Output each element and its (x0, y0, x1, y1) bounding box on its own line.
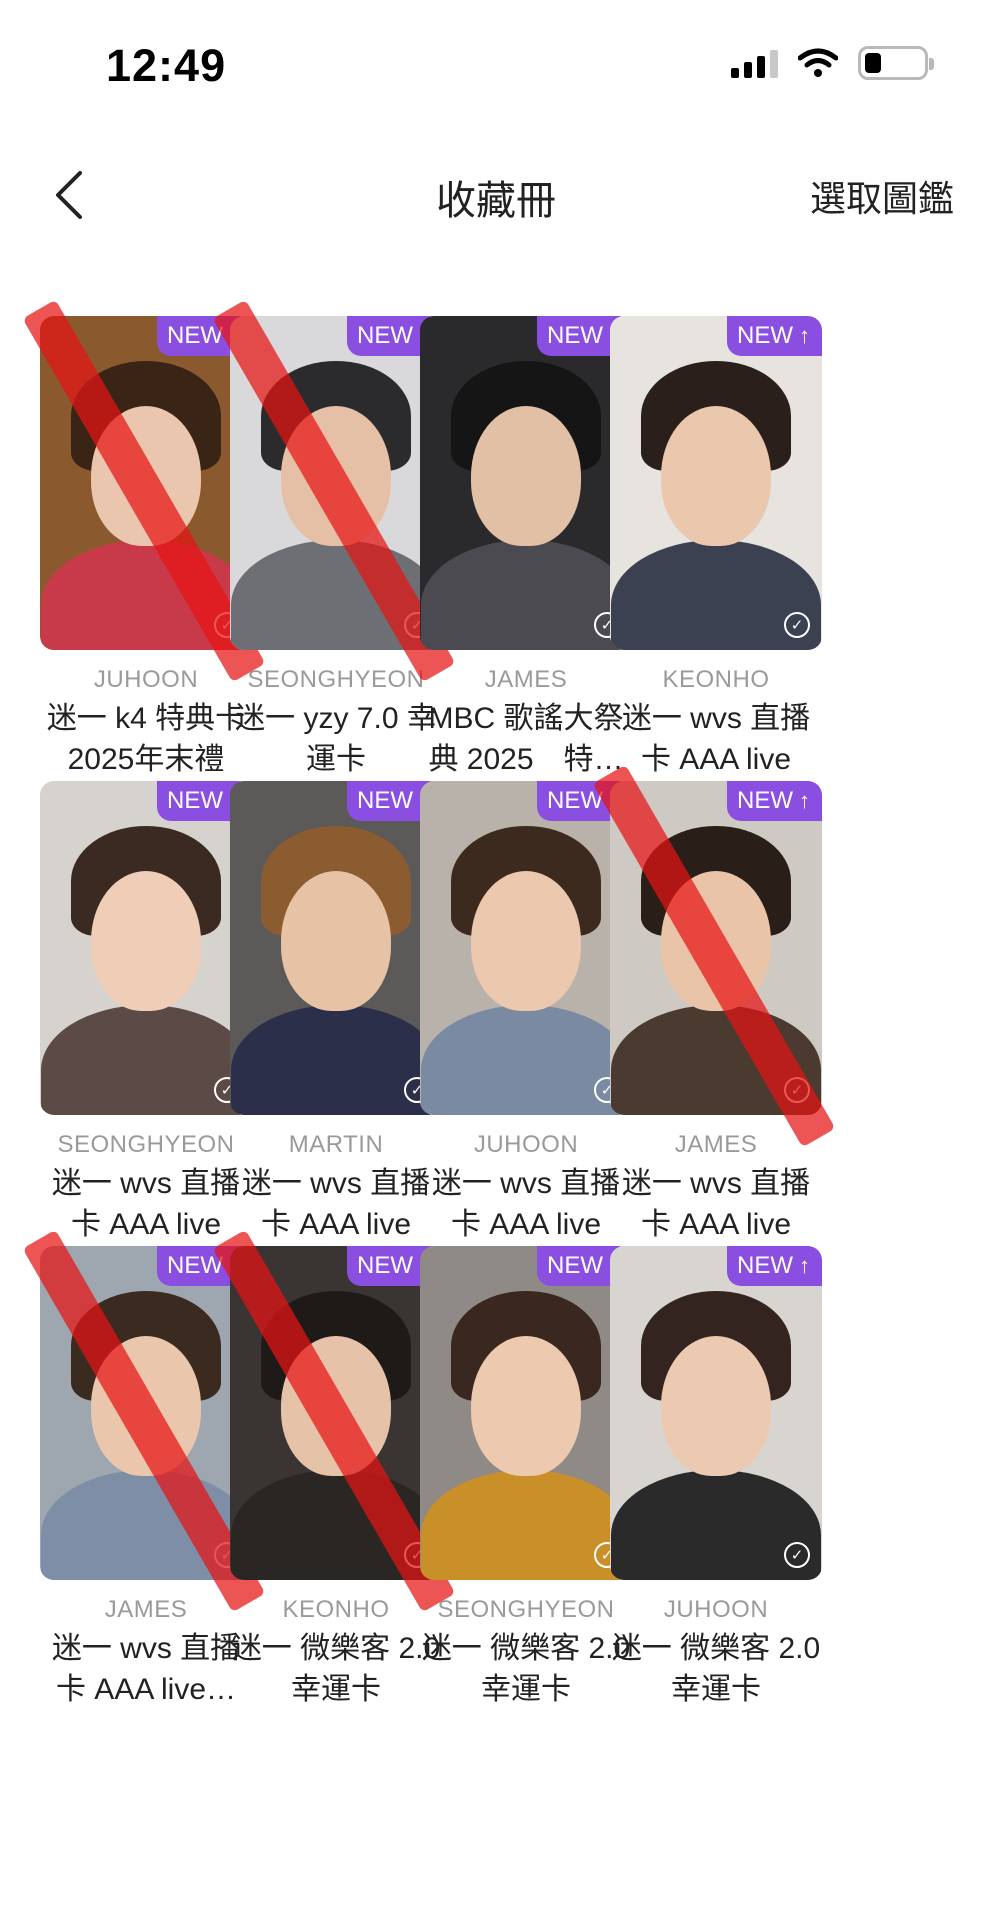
arrow-up-icon: ↑ (799, 323, 810, 348)
card-photo[interactable]: NEW ↑ ✓ (230, 781, 442, 1115)
card-title: 迷一 微樂客 2.0 幸運卡 (231, 1632, 441, 1706)
card-photo[interactable]: NEW ↑ ✓ (230, 316, 442, 650)
new-badge-label: NEW (167, 1252, 223, 1279)
arrow-up-icon: ↑ (799, 788, 810, 813)
collection-card[interactable]: NEW ↑ ✓ SEONGHYEON 迷一 yzy 7.0 幸運卡 17 人在賣… (212, 299, 456, 852)
card-artist: KEONHO (282, 1596, 390, 1623)
card-photo[interactable]: NEW ↑ ✓ (40, 1246, 252, 1580)
card-artist: SEONGHYEON (247, 666, 425, 693)
arrow-up-icon: ↑ (799, 1253, 810, 1278)
status-time: 12:49 (106, 40, 227, 91)
photo-subject-face (281, 406, 391, 546)
photo-subject-face (91, 871, 201, 1011)
photo-subject-face (661, 1336, 771, 1476)
photo-subject-face (281, 871, 391, 1011)
status-bar: 12:49 (0, 0, 992, 130)
collection-card[interactable]: NEW ↑ ✓ MARTIN 迷一 wvs 直播卡 AAA live 130 人… (230, 781, 442, 1317)
card-title: 迷一 wvs 直播卡 AAA live (621, 702, 811, 776)
battery-icon (858, 46, 934, 80)
photo-subject-face (661, 871, 771, 1011)
new-badge: NEW ↑ (727, 316, 822, 356)
photo-subject-face (91, 406, 201, 546)
status-icons (731, 46, 934, 80)
collection-card[interactable]: NEW ↑ ✓ SEONGHYEON 迷一 wvs 直播卡 AAA live 8… (40, 781, 252, 1317)
card-title: 迷一 wvs 直播卡 AAA live (241, 1167, 431, 1241)
card-artist: JAMES (104, 1596, 188, 1623)
card-title: 迷一 微樂客 2.0 幸運卡 (421, 1632, 631, 1706)
card-photo[interactable]: NEW ↑ ✓ (420, 1246, 632, 1580)
new-badge-label: NEW (547, 322, 603, 349)
new-badge-label: NEW (357, 322, 413, 349)
card-artist: JAMES (674, 1131, 758, 1158)
card-title: 迷一 微樂客 2.0 幸運卡 (611, 1632, 821, 1706)
navigation-header: 收藏冊 選取圖鑑 (0, 150, 992, 240)
wifi-icon (798, 48, 838, 78)
new-badge-label: NEW (357, 1252, 413, 1279)
new-badge-label: NEW (547, 787, 603, 814)
card-photo[interactable]: NEW ↑ ✓ (610, 1246, 822, 1580)
new-badge: NEW ↑ (727, 1246, 822, 1286)
card-title: 迷一 wvs 直播卡 AAA live (621, 1167, 811, 1241)
collection-card[interactable]: NEW ↑ ✓ JAMES 迷一 wvs 直播卡 AAA live… (22, 1229, 266, 1722)
collection-card[interactable]: NEW ↑ ✓ JAMES MBC 歌謠大祭典 2025 特… 13 人在賣 1… (420, 316, 632, 852)
card-artist: JUHOON (93, 666, 199, 693)
cellular-signal-icon (731, 48, 778, 78)
check-circle-icon[interactable]: ✓ (784, 1077, 810, 1103)
photo-subject-face (661, 406, 771, 546)
new-badge-label: NEW (547, 1252, 603, 1279)
card-title: 迷一 wvs 直播卡 AAA live (431, 1167, 621, 1241)
card-photo[interactable]: NEW ↑ ✓ (610, 316, 822, 650)
collection-card[interactable]: NEW ↑ ✓ KEONHO 迷一 微樂客 2.0 幸運卡 (212, 1229, 456, 1722)
collection-card[interactable]: NEW ↑ ✓ SEONGHYEON 迷一 微樂客 2.0 幸運卡 (420, 1246, 632, 1722)
collection-card[interactable]: NEW ↑ ✓ JUHOON 迷一 微樂客 2.0 幸運卡 (610, 1246, 822, 1722)
card-photo[interactable]: NEW ↑ ✓ (420, 316, 632, 650)
collection-card[interactable]: NEW ↑ ✓ JAMES 迷一 wvs 直播卡 AAA live 54 人在賣… (592, 764, 836, 1317)
new-badge-label: NEW (167, 322, 223, 349)
collection-card[interactable]: NEW ↑ ✓ JUHOON 迷一 k4 特典卡 2025年末禮 51 人在賣 … (22, 299, 266, 852)
card-artist: JUHOON (473, 1131, 579, 1158)
photo-subject-face (471, 406, 581, 546)
photo-subject-face (281, 1336, 391, 1476)
photo-subject-face (91, 1336, 201, 1476)
new-badge-label: NEW (737, 322, 793, 349)
card-photo[interactable]: NEW ↑ ✓ (40, 781, 252, 1115)
card-artist: JUHOON (663, 1596, 769, 1623)
card-title: 迷一 wvs 直播卡 AAA live… (51, 1632, 241, 1706)
new-badge-label: NEW (737, 1252, 793, 1279)
card-artist: MARTIN (288, 1131, 384, 1158)
card-title: 迷一 yzy 7.0 幸運卡 (235, 702, 437, 776)
new-badge-label: NEW (167, 787, 223, 814)
card-artist: SEONGHYEON (437, 1596, 615, 1623)
collection-card[interactable]: NEW ↑ ✓ JUHOON 迷一 wvs 直播卡 AAA live 67 人在… (420, 781, 632, 1317)
select-cards-button[interactable]: 選取圖鑑 (810, 170, 954, 222)
collection-card[interactable]: NEW ↑ ✓ KEONHO 迷一 wvs 直播卡 AAA live 68 人在… (610, 316, 822, 852)
photo-subject-face (471, 871, 581, 1011)
card-photo[interactable]: NEW ↑ ✓ (420, 781, 632, 1115)
new-badge-label: NEW (357, 787, 413, 814)
card-artist: JAMES (484, 666, 568, 693)
check-circle-icon[interactable]: ✓ (784, 1542, 810, 1568)
photo-subject-face (471, 1336, 581, 1476)
check-circle-icon[interactable]: ✓ (784, 612, 810, 638)
card-photo[interactable]: NEW ↑ ✓ (40, 316, 252, 650)
card-title: MBC 歌謠大祭典 2025 特… (428, 702, 624, 776)
card-title: 迷一 wvs 直播卡 AAA live (51, 1167, 241, 1241)
card-photo[interactable]: NEW ↑ ✓ (230, 1246, 442, 1580)
new-badge: NEW ↑ (727, 781, 822, 821)
card-title: 迷一 k4 特典卡 2025年末禮 (46, 702, 246, 776)
card-artist: KEONHO (662, 666, 770, 693)
card-artist: SEONGHYEON (57, 1131, 235, 1158)
card-photo[interactable]: NEW ↑ ✓ (610, 781, 822, 1115)
new-badge-label: NEW (737, 787, 793, 814)
